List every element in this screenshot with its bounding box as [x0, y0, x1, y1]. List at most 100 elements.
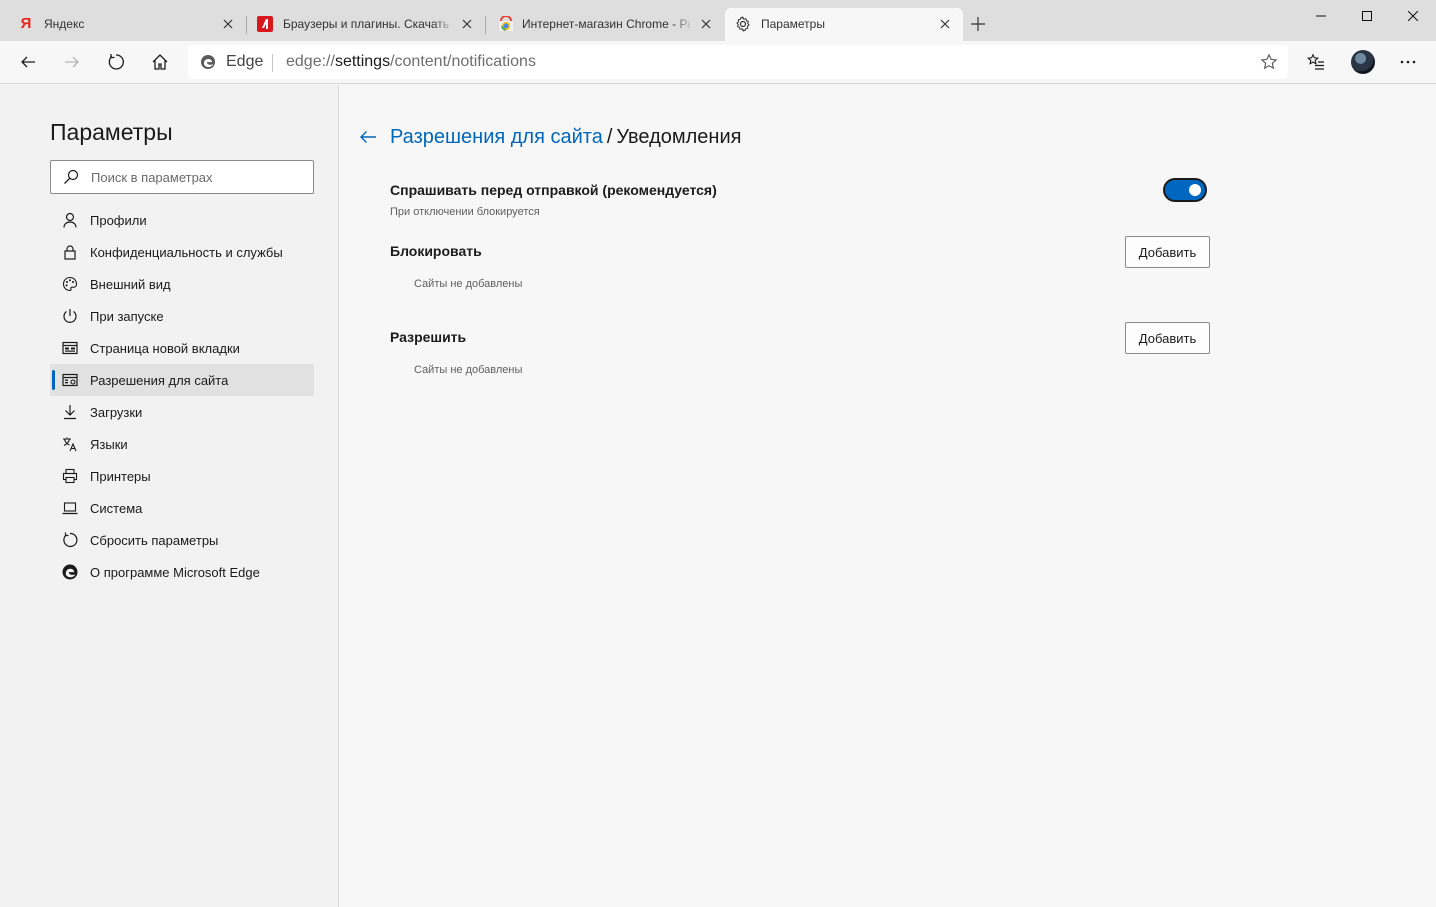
add-allow-site-button[interactable]: Добавить — [1125, 322, 1210, 354]
sidebar-item-printers[interactable]: Принтеры — [50, 460, 314, 492]
edge-logo-icon — [62, 564, 78, 580]
sidebar-item-label: Загрузки — [90, 405, 143, 420]
url-scheme: edge:// — [286, 53, 335, 70]
ask-before-sending-title: Спрашивать перед отправкой (рекомендуетс… — [390, 182, 717, 198]
address-url[interactable]: edge://settings/content/notifications — [286, 53, 536, 71]
arrow-left-icon — [360, 131, 376, 143]
close-tab-icon[interactable] — [457, 14, 477, 34]
block-section-title: Блокировать — [390, 243, 482, 259]
tab-title-fade — [672, 8, 694, 41]
settings-search[interactable] — [50, 160, 314, 194]
close-window-button[interactable] — [1390, 0, 1436, 32]
forward-button[interactable] — [56, 46, 88, 78]
plus-icon — [971, 17, 985, 31]
profile-avatar[interactable] — [1351, 50, 1375, 74]
new-tab-button[interactable] — [966, 12, 990, 36]
power-icon — [62, 308, 78, 324]
tab-yandex[interactable]: Я Яндекс — [0, 8, 247, 41]
sidebar-item-label: Внешний вид — [90, 277, 171, 292]
search-icon — [63, 169, 79, 185]
toggle-knob — [1189, 184, 1201, 196]
tab-chrome-webstore[interactable]: Интернет-магазин Chrome - Ра — [486, 8, 724, 41]
person-icon — [62, 212, 78, 228]
close-icon — [1408, 11, 1418, 21]
yandex-icon: Я — [20, 15, 32, 32]
sidebar-nav: Профили Конфиденциальность и службы Внеш… — [50, 204, 314, 588]
download-icon — [62, 404, 78, 420]
sidebar-item-languages[interactable]: Языки — [50, 428, 314, 460]
tab-browsers[interactable]: Браузеры и плагины. Скачать б — [247, 8, 486, 41]
sidebar-item-startup[interactable]: При запуске — [50, 300, 314, 332]
add-block-site-button[interactable]: Добавить — [1125, 236, 1210, 268]
tab-title: Браузеры и плагины. Скачать б — [283, 17, 451, 31]
url-path: /content/notifications — [390, 53, 536, 70]
refresh-button[interactable] — [100, 46, 132, 78]
maximize-button[interactable] — [1344, 0, 1390, 32]
palette-icon — [62, 276, 78, 292]
back-to-site-permissions-button[interactable] — [356, 125, 380, 149]
sidebar-item-label: Страница новой вкладки — [90, 341, 240, 356]
block-empty-text: Сайты не добавлены — [414, 278, 523, 290]
sidebar-item-label: Профили — [90, 213, 147, 228]
tab-title: Интернет-магазин Chrome - Ра — [522, 17, 690, 31]
minimize-icon — [1316, 15, 1326, 17]
ask-before-sending-subtitle: При отключении блокируется — [390, 206, 540, 218]
tab-title: Яндекс — [44, 17, 85, 31]
breadcrumb-site-permissions[interactable]: Разрешения для сайта — [390, 126, 603, 148]
favorite-star-icon[interactable] — [1260, 53, 1278, 71]
sidebar-item-downloads[interactable]: Загрузки — [50, 396, 314, 428]
toolbar: Edge edge://settings/content/notificatio… — [0, 41, 1436, 84]
sidebar-item-profiles[interactable]: Профили — [50, 204, 314, 236]
favorites-list-icon — [1307, 53, 1324, 70]
chrome-webstore-icon — [498, 15, 514, 32]
sidebar-item-site-permissions[interactable]: Разрешения для сайта — [50, 364, 314, 396]
breadcrumb-separator: / — [606, 126, 613, 148]
url-host: settings — [334, 53, 391, 70]
tab-title-fade — [433, 8, 455, 41]
minimize-button[interactable] — [1298, 0, 1344, 32]
more-dots-icon — [1400, 60, 1416, 64]
edge-logo-icon — [200, 54, 216, 70]
page-title: Разрешения для сайта / Уведомления — [390, 126, 741, 149]
languages-icon — [62, 436, 78, 452]
tab-settings[interactable]: Параметры — [725, 8, 963, 41]
sidebar-item-label: Принтеры — [90, 469, 151, 484]
close-tab-icon[interactable] — [218, 14, 238, 34]
home-button[interactable] — [144, 46, 176, 78]
sidebar-item-label: Конфиденциальность и службы — [90, 245, 283, 260]
sidebar-item-new-tab-page[interactable]: Страница новой вкладки — [50, 332, 314, 364]
search-input[interactable] — [91, 168, 301, 186]
sidebar-item-label: Сбросить параметры — [90, 533, 219, 548]
sidebar-item-label: Разрешения для сайта — [90, 373, 229, 388]
lock-icon — [62, 244, 78, 260]
laptop-icon — [62, 500, 78, 516]
sidebar-item-appearance[interactable]: Внешний вид — [50, 268, 314, 300]
sidebar-item-about[interactable]: О программе Microsoft Edge — [50, 556, 314, 588]
browsers-site-icon — [257, 16, 273, 32]
back-button[interactable] — [12, 46, 44, 78]
settings-content: Разрешения для сайта / Уведомления Спрашив… — [340, 85, 1436, 907]
sidebar-item-system[interactable]: Система — [50, 492, 314, 524]
site-permissions-icon — [62, 372, 78, 388]
tab-title: Параметры — [761, 17, 825, 31]
close-tab-icon[interactable] — [696, 14, 716, 34]
new-tab-page-icon — [62, 340, 78, 356]
allow-section-title: Разрешить — [390, 329, 467, 345]
reset-icon — [62, 532, 78, 548]
favorites-button[interactable] — [1300, 46, 1332, 78]
tab-strip: Я Яндекс Браузеры и плагины. Скачать б И… — [0, 0, 1436, 41]
sidebar-title: Параметры — [50, 119, 173, 145]
maximize-icon — [1362, 11, 1372, 21]
breadcrumb-current: Уведомления — [616, 126, 742, 148]
menu-button[interactable] — [1392, 46, 1424, 78]
ask-before-sending-toggle[interactable] — [1165, 180, 1205, 200]
gear-icon — [735, 15, 751, 33]
sidebar-item-label: Языки — [90, 437, 128, 452]
address-bar[interactable]: Edge edge://settings/content/notificatio… — [188, 45, 1288, 79]
close-tab-icon[interactable] — [935, 14, 955, 34]
sidebar-item-privacy[interactable]: Конфиденциальность и службы — [50, 236, 314, 268]
sidebar-item-reset[interactable]: Сбросить параметры — [50, 524, 314, 556]
settings-sidebar: Параметры Профили Конфиденциальность и с… — [0, 85, 339, 907]
allow-empty-text: Сайты не добавлены — [414, 364, 523, 376]
arrow-left-icon — [21, 56, 35, 68]
